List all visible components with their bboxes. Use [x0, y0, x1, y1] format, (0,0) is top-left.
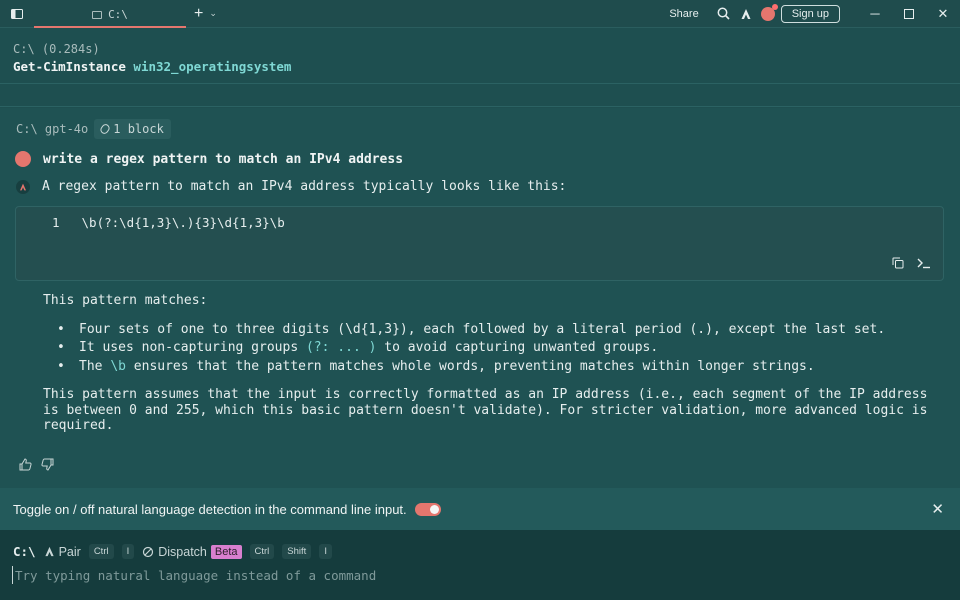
tab-label: C:\	[108, 8, 128, 21]
answer-lead: This pattern matches:	[43, 293, 208, 308]
assistant-intro: A regex pattern to match an IPv4 address…	[42, 179, 567, 194]
context-chip-label: 1 block	[113, 122, 164, 136]
ai-conversation-block: C:\ gpt-4o 1 block write a regex pattern…	[0, 108, 960, 488]
search-icon[interactable]	[713, 3, 735, 25]
input-toolbar: C:\ Pair Ctrl I Dispatch Beta Ctrl Shift…	[13, 544, 332, 559]
tip-banner: Toggle on / off natural language detecti…	[0, 488, 960, 530]
ai-agent-icon[interactable]	[735, 3, 757, 25]
inline-code: (?: ... )	[305, 340, 377, 355]
command-name: Get-CimInstance	[13, 59, 126, 74]
sidebar-toggle-icon[interactable]	[0, 0, 34, 28]
previous-command-block[interactable]: C:\ (0.284s) Get-CimInstance win32_opera…	[0, 29, 960, 107]
bullet-pre: The	[79, 358, 111, 374]
current-directory: C:\	[13, 544, 36, 559]
avatar[interactable]	[760, 3, 778, 21]
beta-badge: Beta	[210, 544, 242, 559]
code-actions	[891, 256, 931, 270]
plus-icon[interactable]: +	[194, 5, 203, 23]
pair-icon	[44, 546, 54, 557]
code-block: 1 \b(?:\d{1,3}\.){3}\d{1,3}\b	[15, 206, 944, 281]
shortcut-key: I	[121, 544, 135, 559]
close-icon[interactable]: ✕	[931, 500, 944, 518]
shortcut-key: Ctrl	[249, 544, 275, 559]
paperclip-icon	[99, 122, 112, 136]
copy-icon[interactable]	[891, 256, 905, 270]
chevron-down-icon[interactable]: ⌄	[209, 8, 217, 19]
pair-label: Pair	[58, 544, 81, 559]
bullet-pre: It uses non-capturing groups	[79, 340, 306, 355]
ai-header-path: C:\ gpt-4o	[16, 122, 89, 136]
thumbs-down-icon[interactable]	[40, 457, 54, 471]
code-text[interactable]: \b(?:\d{1,3}\.){3}\d{1,3}\b	[82, 215, 285, 230]
share-button[interactable]: Share	[669, 8, 698, 20]
answer-closing: This pattern assumes that the input is c…	[43, 387, 928, 433]
list-item: The \b ensures that the pattern matches …	[57, 359, 943, 375]
code-line: 1 \b(?:\d{1,3}\.){3}\d{1,3}\b	[52, 215, 285, 230]
title-bar: C:\ + ⌄ Share Sign up ─ ✕	[0, 0, 960, 28]
answer-bullets: Four sets of one to three digits (\d{1,3…	[57, 322, 943, 375]
context-chip[interactable]: 1 block	[94, 119, 171, 139]
close-window-icon[interactable]: ✕	[926, 0, 960, 28]
shortcut-key: I	[319, 544, 332, 559]
insert-into-terminal-icon[interactable]	[917, 256, 931, 270]
minimize-icon[interactable]: ─	[858, 0, 892, 28]
command-input-area: C:\ Pair Ctrl I Dispatch Beta Ctrl Shift…	[0, 530, 960, 600]
bullet-text: Four sets of one to three digits (\d{1,3…	[79, 321, 886, 337]
inline-code: \b	[110, 358, 126, 374]
natural-language-toggle[interactable]	[414, 502, 441, 516]
shortcut-key: Ctrl	[88, 544, 114, 559]
sign-up-button[interactable]: Sign up	[780, 4, 840, 23]
dispatch-label: Dispatch	[158, 544, 207, 559]
list-item: Four sets of one to three digits (\d{1,3…	[57, 322, 943, 338]
user-avatar	[15, 151, 31, 167]
list-item: It uses non-capturing groups (?: ... ) t…	[57, 340, 943, 356]
command-argument: win32_operatingsystem	[133, 59, 292, 74]
command-input[interactable]	[12, 566, 912, 584]
assistant-answer: This pattern matches: Four sets of one t…	[43, 293, 943, 434]
maximize-icon[interactable]	[892, 0, 926, 28]
thumbs-up-icon[interactable]	[18, 457, 32, 471]
dispatch-icon	[143, 546, 154, 557]
shortcut-key: Shift	[282, 544, 312, 559]
bullet-post: to avoid capturing unwanted groups.	[376, 340, 659, 355]
pair-mode-button[interactable]: Pair	[44, 545, 81, 559]
new-tab-button[interactable]: + ⌄	[194, 5, 217, 23]
assistant-icon	[16, 179, 30, 194]
block-command: Get-CimInstance win32_operatingsystem	[13, 59, 291, 74]
feedback-bar	[18, 457, 54, 471]
tip-text: Toggle on / off natural language detecti…	[13, 501, 407, 517]
terminal-tab-icon	[92, 10, 103, 19]
divider	[0, 83, 960, 84]
ai-block-header: C:\ gpt-4o 1 block	[16, 119, 171, 139]
user-message: write a regex pattern to match an IPv4 a…	[15, 151, 403, 167]
user-message-text: write a regex pattern to match an IPv4 a…	[43, 151, 404, 167]
tab-terminal[interactable]: C:\	[34, 3, 186, 28]
assistant-message: A regex pattern to match an IPv4 address…	[16, 179, 566, 194]
dispatch-mode-button[interactable]: Dispatch Beta	[142, 544, 242, 559]
bullet-post: ensures that the pattern matches whole w…	[125, 358, 815, 374]
block-prompt: C:\ (0.284s)	[13, 42, 100, 56]
code-line-number: 1	[52, 215, 60, 230]
